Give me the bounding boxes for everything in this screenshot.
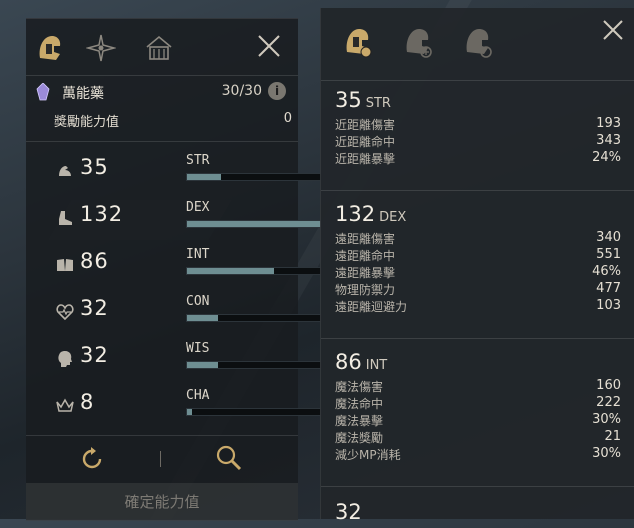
potion-crystal-icon [36,83,50,101]
stat-name: INT [186,247,210,262]
potion-row: 萬能藥 30/30 i [36,81,292,103]
stat-value: 86 [80,249,109,273]
stat-value: 32 [80,343,109,367]
helmet-shield-icon[interactable] [461,24,495,60]
detail-row: 魔法命中 222 [335,395,621,411]
detail-row: 遠距離暴擊 46% [335,264,621,280]
block-title: 32 [335,500,362,524]
stat-bar [186,314,322,322]
detail-row: 近距離命中 343 [335,133,621,149]
stat-bar [186,267,322,275]
divider [321,190,634,191]
stat-row-con[interactable]: 32 CON [54,294,322,334]
stat-name: CHA [186,388,210,403]
stat-value: 132 [80,202,124,226]
helmet-icon [39,36,61,60]
detail-row: 近距離暴擊 24% [335,150,621,166]
stat-detail-panel: 35 STR 近距離傷害 193 近距離命中 343 近距離暴擊 24% 132 DEX … [320,8,634,524]
detail-block-dex: 132 DEX 遠距離傷害 340 遠距離命中 551 遠距離暴擊 46% 物理防禦力 4… [335,202,621,315]
detail-row: 遠距離迴避力 103 [335,298,621,314]
detail-block-int: 86 INT 魔法傷害 160 魔法命中 222 魔法暴擊 30% 魔法獎勵 21 減少M… [335,350,621,463]
tab-stats[interactable] [32,31,66,65]
stat-row-wis[interactable]: 32 WIS [54,341,322,381]
star-burst-icon [86,34,116,62]
stat-bar [186,173,322,181]
stat-bar-fill [187,315,218,321]
detail-block-con: 32 [335,500,621,528]
detail-row: 物理防禦力 477 [335,281,621,297]
detail-row: 遠距離命中 551 [335,247,621,263]
block-title: 86 INT [335,350,388,374]
bonus-stat-label: 獎勵能力值 [54,115,120,130]
detail-block-str: 35 STR 近距離傷害 193 近距離命中 343 近距離暴擊 24% [335,88,621,167]
divider [160,451,161,467]
potion-name: 萬能藥 [62,86,104,102]
divider [321,80,634,81]
stat-bar-fill [187,409,193,415]
stat-bar-fill [187,221,321,227]
stat-bar [186,361,322,369]
crown-icon [56,398,74,412]
stat-name: STR [186,153,210,168]
heart-pulse-icon [56,304,74,321]
stat-bar-fill [187,174,221,180]
detail-row: 魔法傷害 160 [335,378,621,394]
boot-icon [59,211,72,225]
stat-bar [186,408,322,416]
block-title: 132 DEX [335,202,407,226]
stat-name: WIS [186,341,210,356]
detail-row: 遠距離傷害 340 [335,230,621,246]
stat-bar-fill [187,268,275,274]
stat-actions [26,435,298,483]
detail-row: 魔法獎勵 21 [335,429,621,445]
stat-bar-fill [187,362,218,368]
helmet-gear-icon[interactable] [341,24,375,60]
divider [26,141,298,142]
stat-value: 35 [80,155,109,179]
search-icon[interactable] [214,443,244,473]
detail-tabs [321,8,634,80]
tab-house[interactable] [142,31,176,65]
arm-muscle-icon [59,166,71,176]
tab-star[interactable] [84,31,118,65]
stat-value: 8 [80,390,95,414]
divider [321,338,634,339]
block-title: 35 STR [335,88,391,112]
helmet-plus-icon[interactable] [401,24,435,60]
bonus-stat-value: 0 [283,111,292,126]
divider [321,486,634,487]
stat-row-dex[interactable]: 132 DEX [54,200,322,240]
info-icon[interactable]: i [268,82,286,100]
close-icon[interactable] [601,18,625,42]
stat-value: 32 [80,296,109,320]
stat-tabs [26,19,298,75]
detail-row: 減少MP消耗 30% [335,446,621,462]
close-icon[interactable] [256,33,282,59]
stat-bar [186,220,322,228]
detail-row: 魔法暴擊 30% [335,412,621,428]
potion-count: 30/30 [221,83,262,99]
stat-row-cha[interactable]: 8 CHA [54,388,322,428]
book-icon [57,259,73,271]
stat-name: DEX [186,200,210,215]
stat-allocation-panel: 萬能藥 30/30 i 獎勵能力值 0 35 STR 132 DEX 86 IN… [26,18,322,521]
bonus-stat-row: 獎勵能力值 0 [54,111,292,131]
stat-name: CON [186,294,210,309]
stat-row-int[interactable]: 86 INT [54,247,322,287]
divider [26,75,298,76]
head-profile-icon [58,351,72,367]
stat-row-str[interactable]: 35 STR [54,153,322,193]
house-icon [146,35,172,60]
confirm-stats-button[interactable]: 確定能力值 [26,483,298,521]
reset-icon[interactable] [78,445,106,473]
detail-row: 近距離傷害 193 [335,116,621,132]
